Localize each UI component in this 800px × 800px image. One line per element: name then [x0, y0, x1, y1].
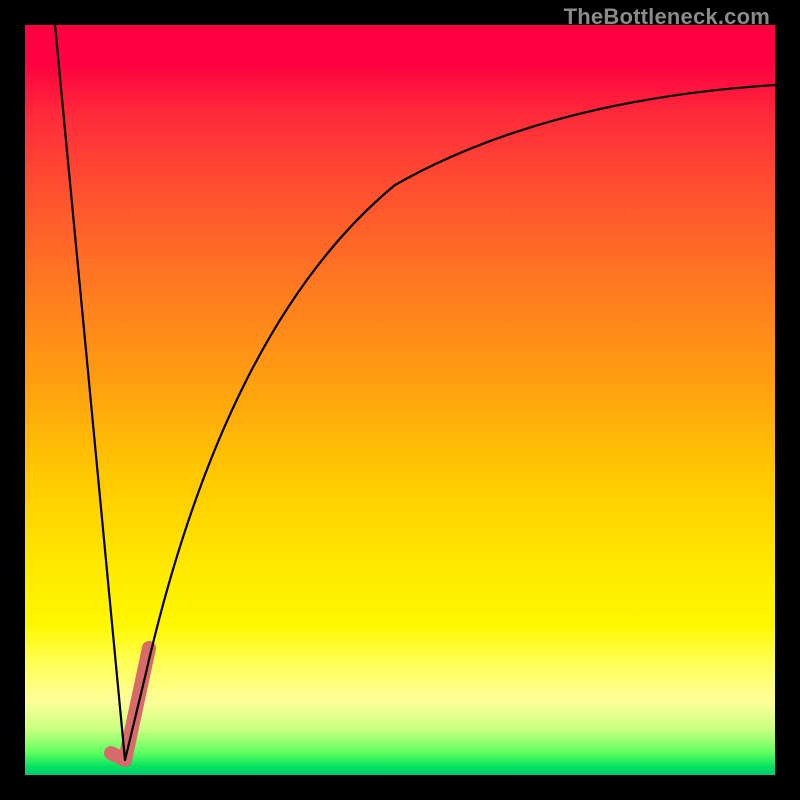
background-gradient — [25, 25, 775, 775]
watermark-text: TheBottleneck.com — [564, 4, 770, 30]
plot-area — [25, 25, 775, 775]
chart-frame: TheBottleneck.com — [0, 0, 800, 800]
